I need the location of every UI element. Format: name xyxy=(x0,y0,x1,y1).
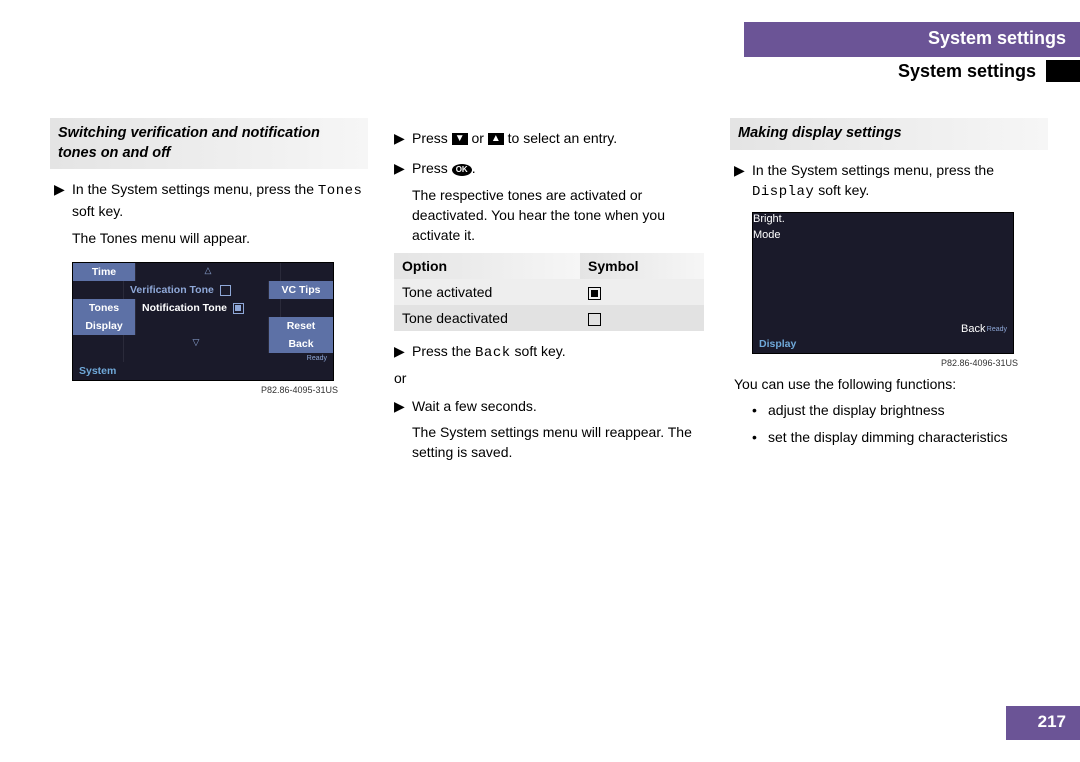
step-wait: ▶ Wait a few seconds. xyxy=(394,396,704,416)
result-text: The System settings menu will reappear. … xyxy=(412,422,704,463)
step-press-tones: ▶ In the System settings menu, press the… xyxy=(54,179,364,222)
th-option: Option xyxy=(394,253,580,279)
section-heading-tones: Switching verification and notification … xyxy=(50,118,368,169)
bullet-brightness: • adjust the display brightness xyxy=(752,400,1044,420)
content-columns: Switching verification and notification … xyxy=(50,118,1048,463)
label-system: System xyxy=(73,362,333,380)
label-display: Display xyxy=(759,338,796,350)
step-press-display: ▶ In the System settings menu, press the… xyxy=(734,160,1044,203)
black-square-decor xyxy=(1046,60,1080,82)
down-key-icon: ▼ xyxy=(452,133,468,145)
bullet-dot-icon: • xyxy=(752,400,768,420)
step-press-ok: ▶ Press OK. xyxy=(394,158,704,178)
up-key-icon: ▲ xyxy=(488,133,504,145)
caret-up-icon: △ xyxy=(136,263,280,281)
item-notification-tone: Notification Tone xyxy=(142,302,227,314)
subtitle-row: System settings xyxy=(898,60,1080,82)
btn-back: Back xyxy=(268,335,333,353)
text: Press xyxy=(412,160,452,176)
column-1: Switching verification and notification … xyxy=(50,118,368,463)
btn-mode: Mode xyxy=(753,229,803,241)
softkey-display: Display xyxy=(752,184,814,200)
text: to select an entry. xyxy=(504,130,617,146)
step-arrow-icon: ▶ xyxy=(734,160,752,203)
option-symbol-table: Option Symbol Tone activated Tone deacti… xyxy=(394,253,704,331)
btn-display: Display xyxy=(73,317,136,335)
checkbox-off-icon xyxy=(220,285,231,296)
text: Wait a few seconds. xyxy=(412,396,704,416)
intro-text: You can use the following functions: xyxy=(734,374,1044,394)
text: In the System settings menu, press the xyxy=(752,162,994,178)
page-subtitle: System settings xyxy=(898,61,1036,82)
bullet-dimming: • set the display dimming characteristic… xyxy=(752,427,1044,447)
step-press-back: ▶ Press the Back soft key. xyxy=(394,341,704,363)
text: Press xyxy=(412,130,452,146)
header-purple-tab: System settings xyxy=(744,22,1080,57)
td-tone-deactivated: Tone deactivated xyxy=(394,305,580,331)
bullet-dot-icon: • xyxy=(752,427,768,447)
btn-reset: Reset xyxy=(268,317,333,335)
result-text: The Tones menu will appear. xyxy=(72,228,364,248)
page-number: 217 xyxy=(1006,706,1080,740)
text: adjust the display brightness xyxy=(768,400,945,420)
image-code: P82.86-4095-31US xyxy=(50,385,338,395)
section-heading-display: Making display settings xyxy=(730,118,1048,150)
display-menu-screenshot: Bright. Mode Back Ready Display xyxy=(752,212,1014,354)
text: or xyxy=(468,130,488,146)
item-verification-tone: Verification Tone xyxy=(130,284,214,296)
step-arrow-icon: ▶ xyxy=(54,179,72,222)
softkey-back: Back xyxy=(475,345,511,361)
td-tone-activated: Tone activated xyxy=(394,279,580,305)
text: Press the xyxy=(412,343,475,359)
text: In the System settings menu, press the xyxy=(72,181,318,197)
status-ready: Ready xyxy=(124,353,333,362)
text: . xyxy=(472,160,476,176)
status-ready: Ready xyxy=(987,326,1007,333)
column-2: ▶ Press ▼ or ▲ to select an entry. ▶ Pre… xyxy=(390,118,708,463)
btn-tones: Tones xyxy=(73,299,136,317)
tones-menu-screenshot: Time △ Verification Tone VC Tips Tones N… xyxy=(72,262,334,381)
or-text: or xyxy=(394,370,704,386)
text: set the display dimming characteristics xyxy=(768,427,1008,447)
symbol-deactivated-icon xyxy=(588,313,601,326)
result-text: The respective tones are activated or de… xyxy=(412,185,704,246)
step-press-arrows: ▶ Press ▼ or ▲ to select an entry. xyxy=(394,128,704,148)
ok-key-icon: OK xyxy=(452,164,472,176)
step-arrow-icon: ▶ xyxy=(394,128,412,148)
symbol-activated-icon xyxy=(588,287,601,300)
column-3: Making display settings ▶ In the System … xyxy=(730,118,1048,463)
th-symbol: Symbol xyxy=(580,253,704,279)
checkbox-on-icon xyxy=(233,303,244,314)
btn-time: Time xyxy=(73,263,136,281)
step-arrow-icon: ▶ xyxy=(394,158,412,178)
image-code: P82.86-4096-31US xyxy=(730,358,1018,368)
text: soft key. xyxy=(814,182,869,198)
text: soft key. xyxy=(511,343,566,359)
btn-vctips: VC Tips xyxy=(268,281,333,299)
softkey-tones: Tones xyxy=(318,183,363,199)
btn-bright: Bright. xyxy=(753,213,803,225)
caret-down-icon: ▽ xyxy=(124,335,268,353)
text: soft key. xyxy=(72,203,123,219)
step-arrow-icon: ▶ xyxy=(394,396,412,416)
step-arrow-icon: ▶ xyxy=(394,341,412,363)
